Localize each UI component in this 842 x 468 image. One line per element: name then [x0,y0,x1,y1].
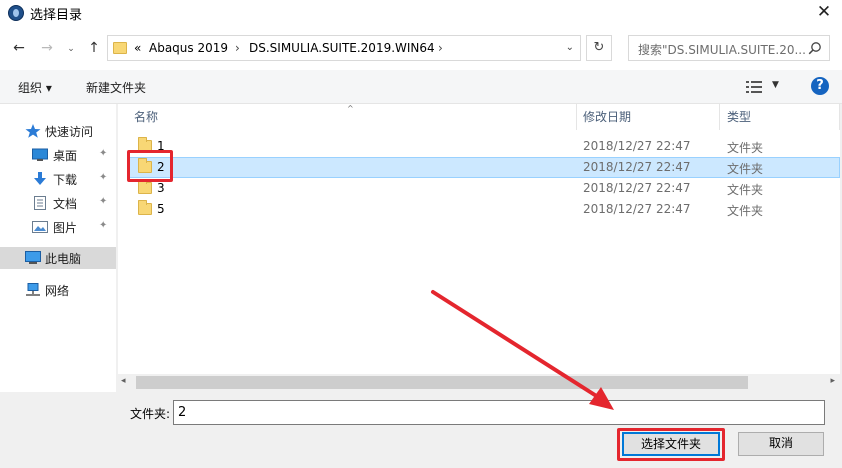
item-date: 2018/12/27 22:47 [583,181,691,195]
scroll-left-icon[interactable]: ◂ [121,376,126,386]
list-item-selected[interactable]: 2 2018/12/27 22:47 文件夹 [127,157,840,178]
computer-icon [25,251,41,264]
sidebar-item-label: 桌面 [53,149,78,163]
view-dropdown-chevron-icon[interactable]: ▼ [772,80,779,90]
column-divider[interactable] [576,104,577,130]
sidebar-item-label: 下载 [53,173,78,187]
file-list: ^ 名称 修改日期 类型 1 2018/12/27 22:47 文件夹 2 20… [118,104,840,374]
address-bar[interactable]: « Abaqus 2019 › DS.SIMULIA.SUITE.2019.WI… [107,35,581,61]
up-arrow-icon[interactable]: ↑ [85,39,103,57]
back-arrow-icon[interactable]: ← [10,39,28,57]
sidebar-item-pictures[interactable]: 图片 ✦ [0,216,116,238]
list-item[interactable]: 5 2018/12/27 22:47 文件夹 [127,199,840,220]
view-options-icon[interactable] [746,81,762,93]
pictures-icon [32,221,48,233]
forward-arrow-icon[interactable]: → [38,39,56,57]
pin-icon: ✦ [99,148,108,159]
breadcrumb-ds-simulia-suite[interactable]: DS.SIMULIA.SUITE.2019.WIN64 [249,41,435,55]
sort-ascending-icon: ^ [347,104,354,113]
folder-icon [138,200,152,215]
network-icon [26,283,40,296]
item-type: 文件夹 [727,141,764,155]
window-title: 选择目录 [30,8,83,23]
item-type: 文件夹 [727,204,764,218]
recent-locations-chevron-icon[interactable]: ⌄ [62,40,80,58]
item-date: 2018/12/27 22:47 [583,202,691,216]
download-icon [34,172,46,185]
close-button[interactable]: ✕ [812,1,836,23]
select-folder-button[interactable]: 选择文件夹 [622,432,720,456]
list-item[interactable]: 1 2018/12/27 22:47 文件夹 [127,136,840,157]
breadcrumb-separator[interactable]: › [438,41,443,55]
folder-name-input[interactable]: 2 [173,400,825,425]
horizontal-scrollbar[interactable]: ◂ ▸ [118,374,840,391]
column-header-date[interactable]: 修改日期 [583,104,631,130]
pin-icon: ✦ [99,196,108,207]
item-date: 2018/12/27 22:47 [583,139,691,153]
new-folder-button[interactable]: 新建文件夹 [86,79,146,96]
sidebar-item-label: 图片 [53,221,78,235]
navigation-pane: 快速访问 桌面 ✦ 下载 ✦ 文档 ✦ 图片 ✦ 此电脑 网络 [0,104,116,392]
folder-icon [138,158,152,173]
address-dropdown-chevron-icon[interactable]: ⌄ [566,42,574,53]
search-input[interactable]: 搜索"DS.SIMULIA.SUITE.20... [628,35,830,61]
sidebar-item-documents[interactable]: 文档 ✦ [0,192,116,214]
abaqus-app-icon [8,5,24,21]
command-toolbar: 组织 ▾ 新建文件夹 ▼ ? [0,70,842,104]
sidebar-item-label: 快速访问 [45,125,94,139]
desktop-icon [32,148,48,161]
item-type: 文件夹 [727,183,764,197]
column-divider[interactable] [839,104,840,130]
list-item[interactable]: 3 2018/12/27 22:47 文件夹 [127,178,840,199]
breadcrumb-abaqus-2019[interactable]: Abaqus 2019 [149,41,228,55]
select-directory-dialog: 选择目录 ✕ ← → ⌄ ↑ « Abaqus 2019 › DS.SIMULI… [0,0,842,468]
item-name: 1 [157,139,165,153]
column-header-type[interactable]: 类型 [727,104,751,130]
sidebar-item-label: 网络 [45,284,70,298]
item-name: 3 [157,181,165,195]
sidebar-item-label: 此电脑 [45,252,82,266]
folder-field-label: 文件夹: [130,407,171,421]
search-icon[interactable] [808,41,822,55]
folder-icon [138,179,152,194]
organize-menu-button[interactable]: 组织 ▾ [18,79,52,96]
title-bar: 选择目录 ✕ [0,0,842,26]
sidebar-item-desktop[interactable]: 桌面 ✦ [0,144,116,166]
item-type: 文件夹 [727,162,764,176]
scroll-right-icon[interactable]: ▸ [830,376,835,386]
sidebar-item-downloads[interactable]: 下载 ✦ [0,168,116,190]
sidebar-item-label: 文档 [53,197,78,211]
folder-icon [138,137,152,152]
scrollbar-thumb[interactable] [136,376,748,389]
navigation-bar: ← → ⌄ ↑ « Abaqus 2019 › DS.SIMULIA.SUITE… [0,26,842,70]
pin-icon: ✦ [99,220,108,231]
sidebar-item-network[interactable]: 网络 [0,279,116,301]
sidebar-item-quick-access[interactable]: 快速访问 [0,120,116,142]
column-header-name[interactable]: 名称 [134,104,158,130]
refresh-icon[interactable]: ↻ [586,35,612,61]
help-icon[interactable]: ? [811,77,829,95]
item-name: 2 [157,160,165,174]
breadcrumb-separator[interactable]: › [235,41,240,55]
cancel-button[interactable]: 取消 [738,432,824,456]
search-placeholder: 搜索"DS.SIMULIA.SUITE.20... [638,43,806,57]
item-name: 5 [157,202,165,216]
star-icon [25,124,41,138]
item-date: 2018/12/27 22:47 [583,160,691,174]
column-divider[interactable] [719,104,720,130]
breadcrumb-overflow[interactable]: « [134,41,141,55]
pin-icon: ✦ [99,172,108,183]
sidebar-item-this-pc[interactable]: 此电脑 [0,247,116,269]
folder-icon [113,42,127,54]
documents-icon [34,196,46,210]
